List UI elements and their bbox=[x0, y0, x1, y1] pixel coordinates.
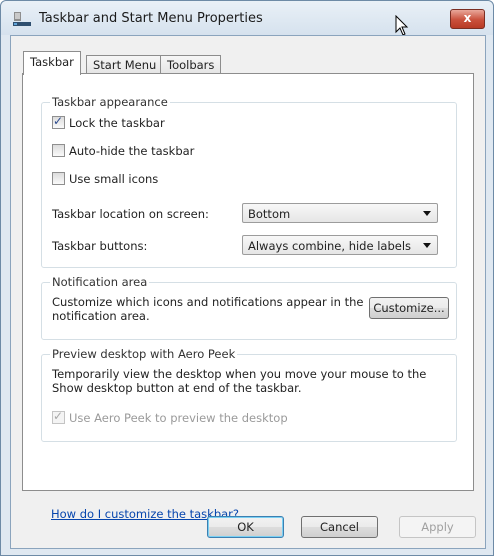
checkmark-icon: ✓ bbox=[53, 409, 64, 423]
lock-taskbar-label: Lock the taskbar bbox=[69, 116, 165, 130]
ok-button[interactable]: OK bbox=[207, 516, 284, 538]
window-title: Taskbar and Start Menu Properties bbox=[39, 11, 263, 26]
small-icons-label: Use small icons bbox=[69, 172, 159, 186]
taskbar-appearance-group: Taskbar appearance ✓ Lock the taskbar Aut… bbox=[41, 95, 457, 268]
checkbox-box[interactable] bbox=[52, 172, 65, 185]
chevron-down-icon bbox=[423, 211, 431, 216]
group-title-appearance: Taskbar appearance bbox=[50, 95, 170, 109]
aero-peek-description: Temporarily view the desktop when you mo… bbox=[52, 367, 427, 395]
apply-button[interactable]: Apply bbox=[399, 516, 476, 538]
taskbar-buttons-value: Always combine, hide labels bbox=[248, 239, 412, 253]
tab-taskbar[interactable]: Taskbar bbox=[23, 51, 81, 75]
checkbox-box[interactable] bbox=[52, 144, 65, 157]
title-bar[interactable]: Taskbar and Start Menu Properties x bbox=[1, 1, 493, 36]
taskbar-buttons-dropdown[interactable]: Always combine, hide labels bbox=[242, 235, 438, 255]
mouse-pointer-icon bbox=[395, 15, 409, 36]
cancel-button[interactable]: Cancel bbox=[301, 516, 378, 538]
taskbar-app-icon bbox=[13, 12, 31, 26]
taskbar-tab-panel: Taskbar appearance ✓ Lock the taskbar Aut… bbox=[22, 73, 474, 521]
close-icon: x bbox=[463, 11, 472, 25]
notification-area-group: Notification area Customize which icons … bbox=[41, 275, 457, 340]
dialog-client-area: Taskbar Start Menu Toolbars Taskbar appe… bbox=[10, 35, 486, 549]
auto-hide-checkbox[interactable]: Auto-hide the taskbar bbox=[52, 144, 194, 160]
tab-start-menu[interactable]: Start Menu bbox=[86, 55, 164, 74]
aero-peek-group: Preview desktop with Aero Peek Temporari… bbox=[41, 347, 457, 442]
lock-taskbar-checkbox[interactable]: ✓ Lock the taskbar bbox=[52, 114, 165, 132]
notification-description: Customize which icons and notifications … bbox=[52, 295, 364, 323]
checkbox-box[interactable]: ✓ bbox=[52, 409, 65, 424]
chevron-down-icon bbox=[423, 243, 431, 248]
tab-toolbars[interactable]: Toolbars bbox=[160, 55, 222, 74]
properties-window: Taskbar and Start Menu Properties x Task… bbox=[0, 0, 494, 556]
location-value: Bottom bbox=[248, 207, 291, 221]
checkmark-icon: ✓ bbox=[53, 114, 64, 128]
buttons-label: Taskbar buttons: bbox=[52, 239, 148, 253]
group-title-notification: Notification area bbox=[50, 275, 150, 289]
group-title-aero-peek: Preview desktop with Aero Peek bbox=[50, 347, 238, 361]
aero-peek-label: Use Aero Peek to preview the desktop bbox=[69, 411, 288, 425]
aero-peek-checkbox[interactable]: ✓ Use Aero Peek to preview the desktop bbox=[52, 409, 288, 427]
checkbox-box[interactable]: ✓ bbox=[52, 114, 65, 129]
auto-hide-label: Auto-hide the taskbar bbox=[69, 144, 195, 158]
location-dropdown[interactable]: Bottom bbox=[242, 203, 438, 223]
location-label: Taskbar location on screen: bbox=[52, 207, 209, 221]
close-button[interactable]: x bbox=[450, 9, 485, 29]
customize-button[interactable]: Customize... bbox=[369, 297, 449, 319]
small-icons-checkbox[interactable]: Use small icons bbox=[52, 172, 158, 188]
